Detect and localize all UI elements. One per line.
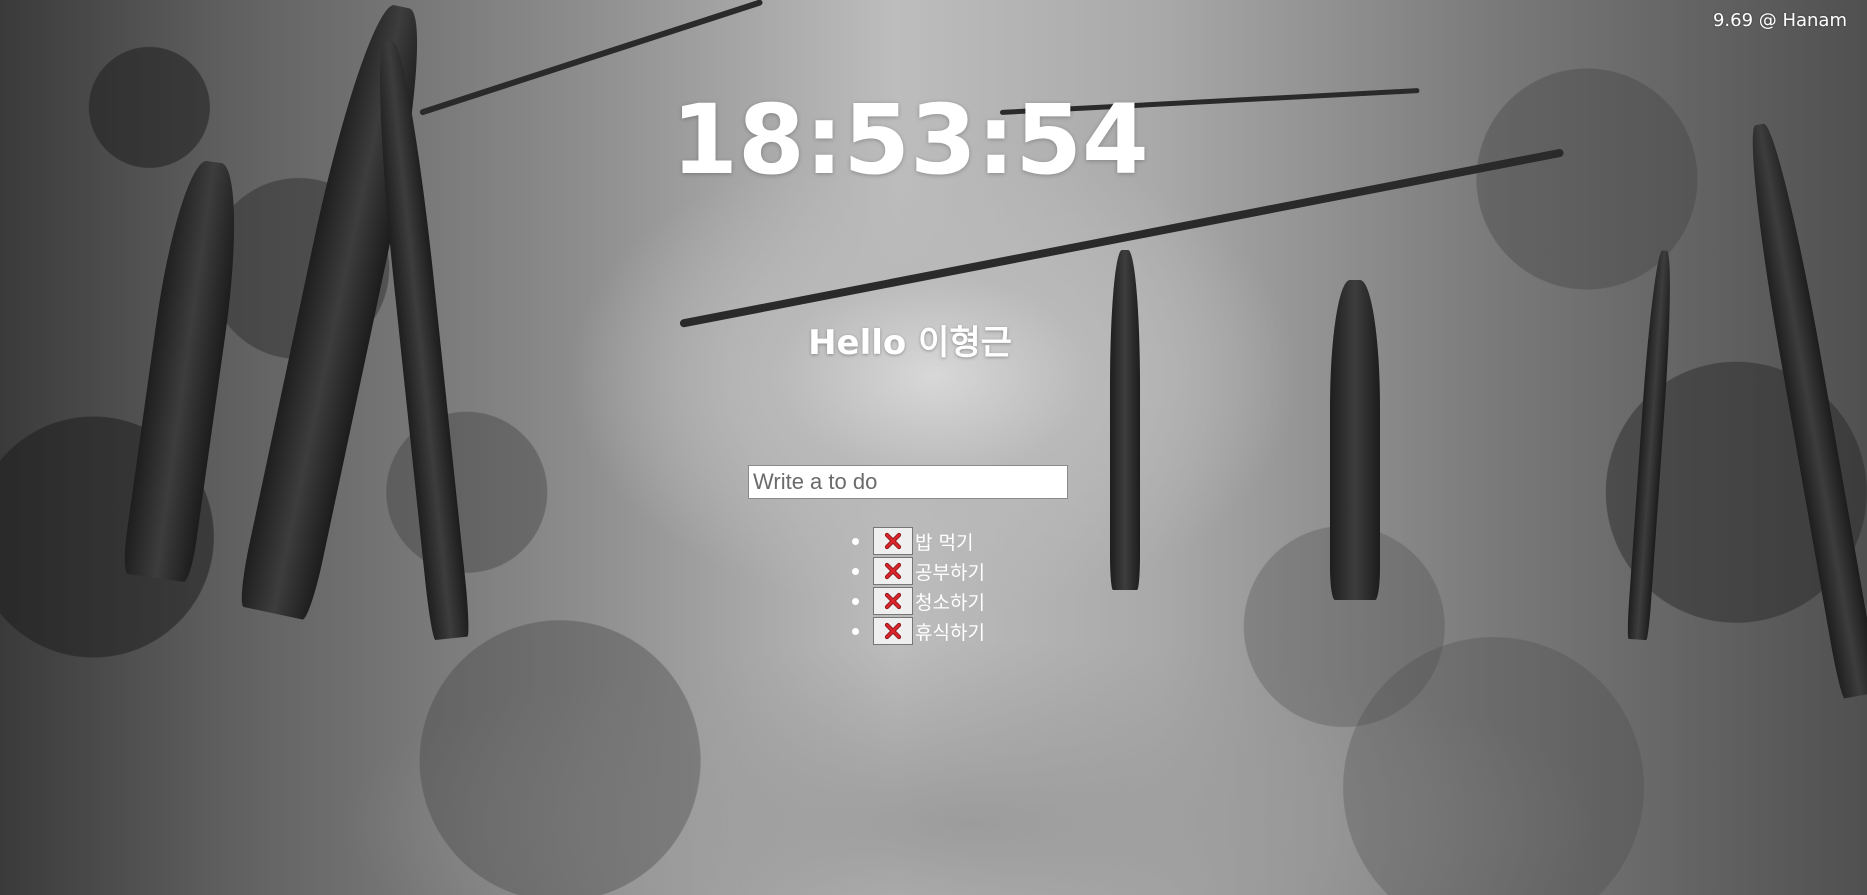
- todo-item-text: 공부하기: [915, 561, 985, 584]
- weather-location-text: 9.69 @ Hanam: [1712, 10, 1847, 31]
- todo-input[interactable]: [748, 465, 1068, 499]
- bullet-dot: [852, 598, 859, 605]
- delete-todo-button[interactable]: [873, 617, 913, 645]
- todo-item: 공부하기: [852, 556, 985, 586]
- todo-item: 청소하기: [852, 586, 985, 616]
- greeting-text: Hello 이형근: [808, 323, 1012, 363]
- tree-trunk: [1110, 250, 1140, 590]
- todo-item-text: 밥 먹기: [915, 531, 974, 554]
- todo-form: [748, 465, 1068, 499]
- bullet-dot: [852, 568, 859, 575]
- todo-item-text: 휴식하기: [915, 621, 985, 644]
- todo-item: 밥 먹기: [852, 526, 985, 556]
- delete-todo-button[interactable]: [873, 587, 913, 615]
- clock-time: 18:53:54: [671, 84, 1149, 196]
- red-x-icon: [884, 562, 902, 580]
- todo-item: 휴식하기: [852, 616, 985, 646]
- red-x-icon: [884, 592, 902, 610]
- red-x-icon: [884, 532, 902, 550]
- bullet-dot: [852, 538, 859, 545]
- delete-todo-button[interactable]: [873, 527, 913, 555]
- red-x-icon: [884, 622, 902, 640]
- todo-list: 밥 먹기 공부하기 청소하기 휴식하기: [852, 526, 985, 646]
- delete-todo-button[interactable]: [873, 557, 913, 585]
- bullet-dot: [852, 628, 859, 635]
- todo-item-text: 청소하기: [915, 591, 985, 614]
